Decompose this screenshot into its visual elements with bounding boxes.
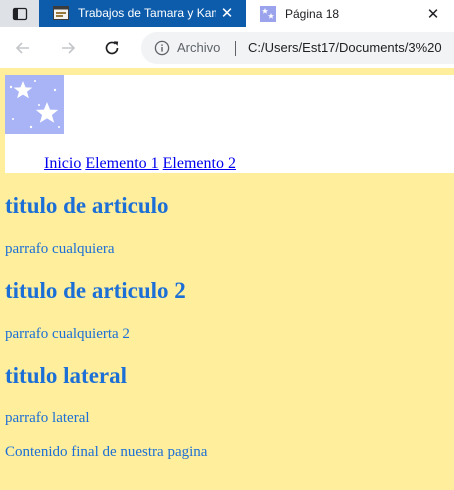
- stars-favicon-icon: [260, 5, 276, 22]
- aside-title: titulo lateral: [5, 363, 127, 388]
- tab-strip: Trabajos de Tamara y Kamila ✕ Página 18 …: [0, 0, 454, 27]
- close-tab-icon[interactable]: ✕: [422, 5, 444, 23]
- reload-icon: [105, 40, 119, 54]
- folder-page-icon: [53, 5, 69, 21]
- info-icon[interactable]: [154, 40, 170, 56]
- arrow-left-icon: [15, 41, 29, 54]
- forward-button[interactable]: [52, 27, 84, 68]
- footer-text: Contenido final de nuestra pagina: [5, 444, 208, 460]
- tab-trabajos[interactable]: Trabajos de Tamara y Kamila ✕: [39, 0, 246, 27]
- nav-link-elemento-1[interactable]: Elemento 1: [85, 155, 158, 172]
- back-button[interactable]: [7, 27, 39, 68]
- url-text[interactable]: C:/Users/Est17/Documents/3%20: [248, 32, 442, 64]
- reload-button[interactable]: [96, 27, 128, 68]
- tab-actions-icon: [12, 7, 27, 20]
- main-nav: Inicio Elemento 1 Elemento 2: [44, 155, 236, 173]
- omnibox-divider: [235, 41, 236, 56]
- close-tab-icon[interactable]: ✕: [216, 4, 238, 22]
- nav-link-inicio[interactable]: Inicio: [44, 155, 81, 172]
- tab-title: Página 18: [285, 6, 340, 21]
- article-1-title: titulo de articulo: [5, 193, 169, 218]
- address-bar[interactable]: Archivo C:/Users/Est17/Documents/3%20: [141, 32, 454, 64]
- stars-logo-icon: [5, 75, 64, 134]
- article-1-paragraph: parrafo cualquiera: [5, 241, 115, 257]
- tab-title: Trabajos de Tamara y Kamila: [78, 5, 216, 20]
- arrow-right-icon: [62, 41, 76, 54]
- aside-paragraph: parrafo lateral: [5, 410, 90, 426]
- page-viewport: Inicio Elemento 1 Elemento 2 titulo de a…: [0, 68, 454, 490]
- tab-actions-button[interactable]: [0, 0, 39, 27]
- nav-link-elemento-2[interactable]: Elemento 2: [163, 155, 236, 172]
- tab-pagina-18[interactable]: Página 18 ✕: [246, 0, 454, 27]
- browser-toolbar: Archivo C:/Users/Est17/Documents/3%20: [0, 27, 454, 68]
- article-2-title: titulo de articulo 2: [5, 278, 186, 303]
- article-2-paragraph: parrafo cualquierta 2: [5, 326, 130, 342]
- page-header: Inicio Elemento 1 Elemento 2: [5, 75, 454, 173]
- security-label: Archivo: [177, 40, 221, 55]
